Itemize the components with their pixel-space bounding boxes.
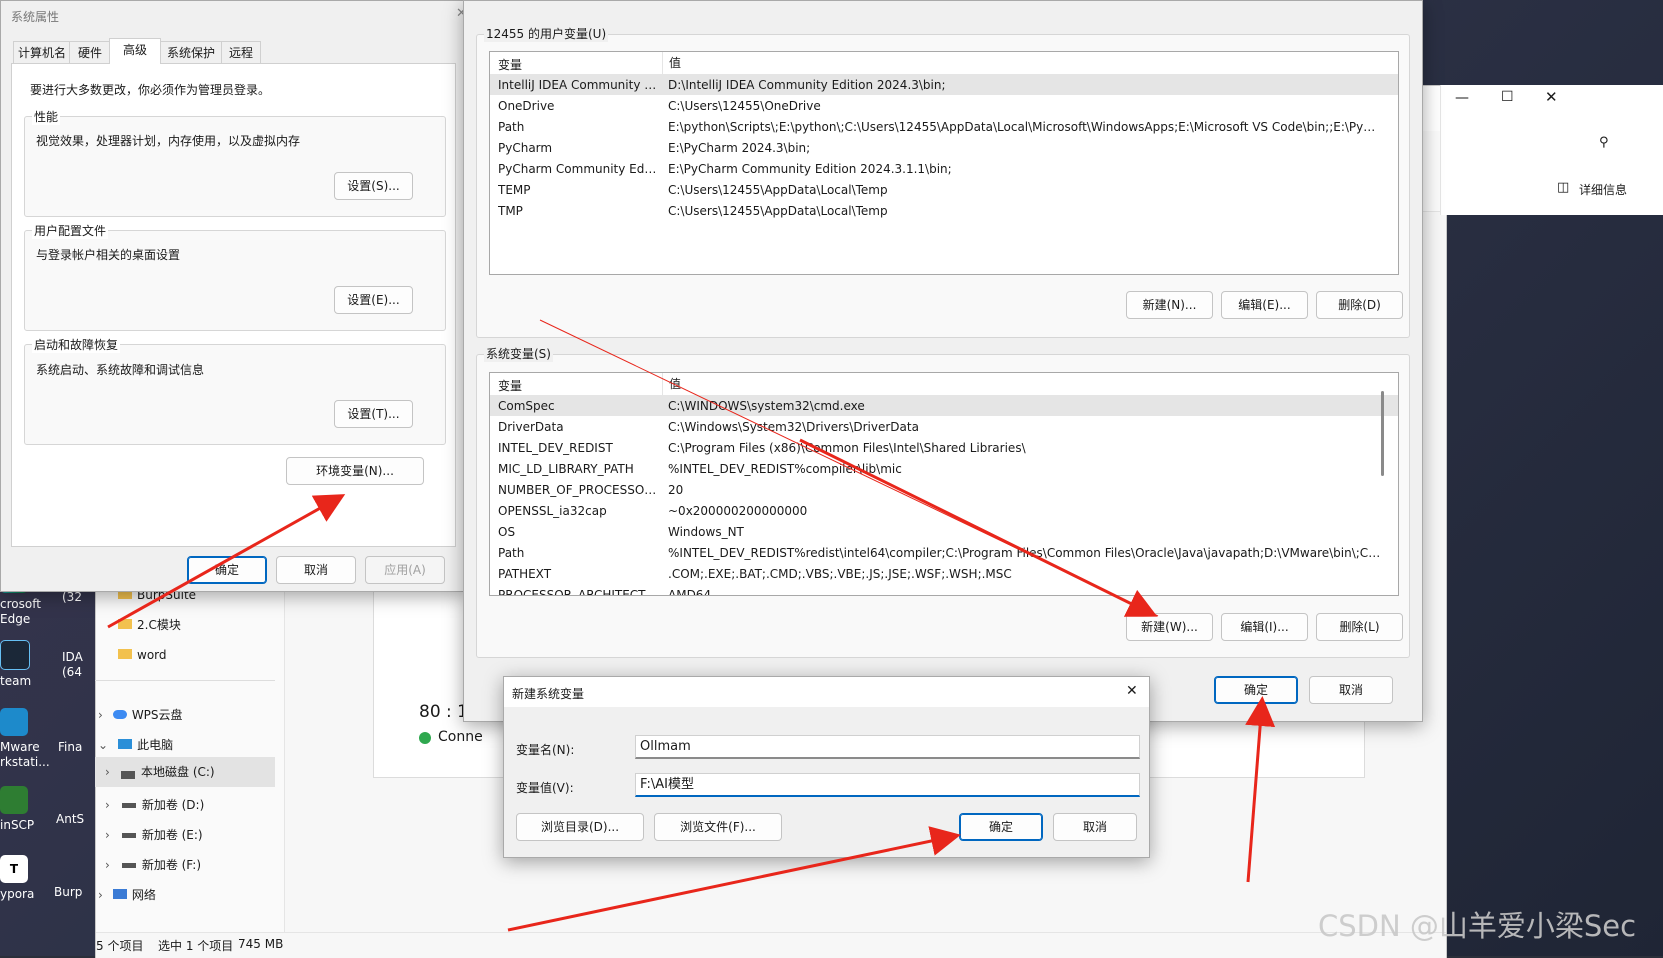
- arrow-to-env-ok: [1245, 696, 1276, 883]
- annotation-arrows: [107, 319, 1276, 932]
- arrow-to-new-system-var: [799, 438, 1158, 617]
- tab-advanced[interactable]: 高级: [109, 38, 161, 64]
- arrow-to-new-var-ok: [507, 826, 961, 932]
- arrow-to-env-button: [107, 494, 346, 629]
- watermark: CSDN @山羊爱小梁Sec: [1318, 909, 1637, 943]
